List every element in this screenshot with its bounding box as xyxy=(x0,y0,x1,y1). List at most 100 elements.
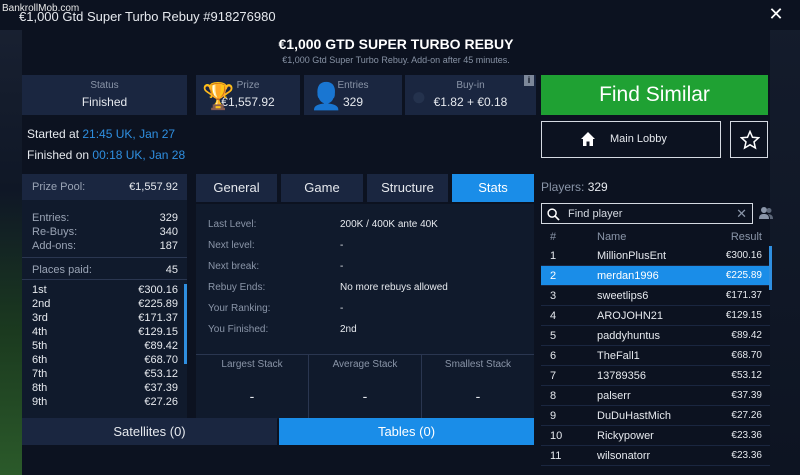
list-item: 8th €37.39 xyxy=(32,382,178,394)
rebuys-label: Re-Buys: xyxy=(32,226,78,238)
stat-row: Next break: - xyxy=(208,261,344,272)
list-item: 6th €68.70 xyxy=(32,354,178,366)
largest-stack-value: - xyxy=(249,388,255,404)
close-icon[interactable]: ✕ xyxy=(768,5,784,23)
trophy-icon: 🏆 xyxy=(202,81,235,111)
players-count: Players: 329 xyxy=(541,180,608,194)
col-num[interactable]: # xyxy=(550,231,556,243)
places-paid-value: 45 xyxy=(165,264,178,276)
watermark: BankrollMob.com xyxy=(2,3,80,14)
table-row[interactable]: 10 Rickypower €23.36 xyxy=(541,426,770,446)
table-row[interactable]: 2 merdan1996 €225.89 xyxy=(541,266,770,286)
smallest-stack: Smallest Stack - xyxy=(422,355,534,420)
table-row[interactable]: 3 sweetlips6 €171.37 xyxy=(541,286,770,306)
started-prefix: Started at xyxy=(27,127,80,141)
list-item: 9th €27.26 xyxy=(32,396,178,408)
search-icon xyxy=(547,208,560,221)
players-count-value: 329 xyxy=(587,180,608,194)
table-row[interactable]: 11 wilsonatorr €23.36 xyxy=(541,446,770,466)
list-item: 3rd €171.37 xyxy=(32,312,178,324)
tournament-subtitle: €1,000 Gtd Super Turbo Rebuy. Add-on aft… xyxy=(282,55,510,65)
finished-value: 00:18 UK, Jan 28 xyxy=(92,148,186,162)
home-icon xyxy=(581,132,595,146)
player-search[interactable]: ✕ xyxy=(541,203,753,224)
bottom-tabs: Satellites (0) Tables (0) xyxy=(22,418,534,445)
info-icon[interactable]: i xyxy=(524,75,534,86)
addons-label: Add-ons: xyxy=(32,240,77,252)
smallest-stack-label: Smallest Stack xyxy=(444,359,512,370)
main-lobby-label: Main Lobby xyxy=(610,133,667,145)
stat-row: Rebuy Ends: No more rebuys allowed xyxy=(208,282,448,293)
average-stack: Average Stack - xyxy=(309,355,421,420)
table-row[interactable]: 9 DuDuHastMich €27.26 xyxy=(541,406,770,426)
tab-tables[interactable]: Tables (0) xyxy=(279,418,534,445)
entries-row-label: Entries: xyxy=(32,212,70,224)
rebuys-row: Re-Buys: 340 xyxy=(32,226,178,238)
main-lobby-button[interactable]: Main Lobby xyxy=(541,121,721,158)
addons-value: 187 xyxy=(159,240,178,252)
find-similar-button[interactable]: Find Similar xyxy=(541,75,768,115)
star-icon xyxy=(740,130,760,150)
status-value: Finished xyxy=(81,95,128,109)
stat-row: Last Level: 200K / 400K ante 40K xyxy=(208,219,438,230)
info-tabs: General Game Structure Stats xyxy=(196,174,534,202)
players-label: Players: xyxy=(541,180,585,194)
stack-summary: Largest Stack - Average Stack - Smallest… xyxy=(196,354,534,420)
table-row[interactable]: 5 paddyhuntus €89.42 xyxy=(541,326,770,346)
average-stack-label: Average Stack xyxy=(332,359,398,370)
background-left-strip xyxy=(0,0,22,475)
places-paid-row: Places paid: 45 xyxy=(32,264,178,276)
close-icon[interactable]: ✕ xyxy=(736,206,747,222)
favorite-button[interactable] xyxy=(730,121,768,158)
person-icon: 👤 xyxy=(310,81,343,111)
payout-scrollbar[interactable] xyxy=(184,284,187,364)
table-row[interactable]: 8 palserr €37.39 xyxy=(541,386,770,406)
col-name[interactable]: Name xyxy=(597,231,626,243)
largest-stack: Largest Stack - xyxy=(196,355,308,420)
rebuys-value: 340 xyxy=(159,226,178,238)
entries-box: 👤 Entries 329 xyxy=(304,75,402,115)
tab-satellites[interactable]: Satellites (0) xyxy=(22,418,277,445)
chip-icon: ● xyxy=(411,81,427,111)
background-right-strip xyxy=(770,0,800,475)
title-bar: €1,000 Gtd Super Turbo Rebuy #918276980 … xyxy=(0,0,800,30)
tab-structure[interactable]: Structure xyxy=(367,174,448,202)
divider xyxy=(22,257,187,258)
tab-game[interactable]: Game xyxy=(281,174,363,202)
players-table: # Name Result 1 MillionPlusEnt €300.16 2 me… xyxy=(541,228,770,475)
users-icon[interactable] xyxy=(758,205,774,221)
entries-row-value: 329 xyxy=(159,212,178,224)
prize-pool-row: Prize Pool: €1,557.92 xyxy=(32,181,178,193)
buyin-box: ● Buy-in €1.82 + €0.18 xyxy=(405,75,536,115)
prize-pool-label: Prize Pool: xyxy=(32,181,86,193)
stat-row: Your Ranking: - xyxy=(208,303,344,314)
tab-stats[interactable]: Stats xyxy=(452,174,534,202)
stat-row: Next level: - xyxy=(208,240,344,251)
players-scrollbar[interactable] xyxy=(769,246,772,290)
tournament-header: €1,000 GTD SUPER TURBO REBUY €1,000 Gtd … xyxy=(22,30,770,70)
average-stack-value: - xyxy=(362,388,368,404)
entries-row: Entries: 329 xyxy=(32,212,178,224)
list-item: 1st €300.16 xyxy=(32,284,178,296)
table-row[interactable]: 4 AROJOHN21 €129.15 xyxy=(541,306,770,326)
search-input[interactable] xyxy=(568,206,728,222)
list-item: 2nd €225.89 xyxy=(32,298,178,310)
prize-box: 🏆 Prize €1,557.92 xyxy=(196,75,300,115)
divider xyxy=(22,279,187,280)
list-item: 7th €53.12 xyxy=(32,368,178,380)
payout-list[interactable]: 1st €300.16 2nd €225.89 3rd €171.37 4th €129… xyxy=(22,282,187,419)
smallest-stack-value: - xyxy=(475,388,481,404)
list-item: 5th €89.42 xyxy=(32,340,178,352)
status-label: Status xyxy=(90,80,119,91)
finished-time: Finished on 00:18 UK, Jan 28 xyxy=(27,148,185,162)
table-row[interactable]: 7 13789356 €53.12 xyxy=(541,366,770,386)
col-result[interactable]: Result xyxy=(731,231,762,243)
status-box: Status Finished xyxy=(22,75,187,115)
stat-row: You Finished: 2nd xyxy=(208,324,357,335)
tab-general[interactable]: General xyxy=(196,174,277,202)
table-row[interactable]: 6 TheFall1 €68.70 xyxy=(541,346,770,366)
prize-pool-header: Prize Pool: €1,557.92 xyxy=(22,174,187,200)
table-row[interactable]: 1 MillionPlusEnt €300.16 xyxy=(541,246,770,266)
started-time: Started at 21:45 UK, Jan 27 xyxy=(27,127,175,141)
finished-prefix: Finished on xyxy=(27,148,90,162)
